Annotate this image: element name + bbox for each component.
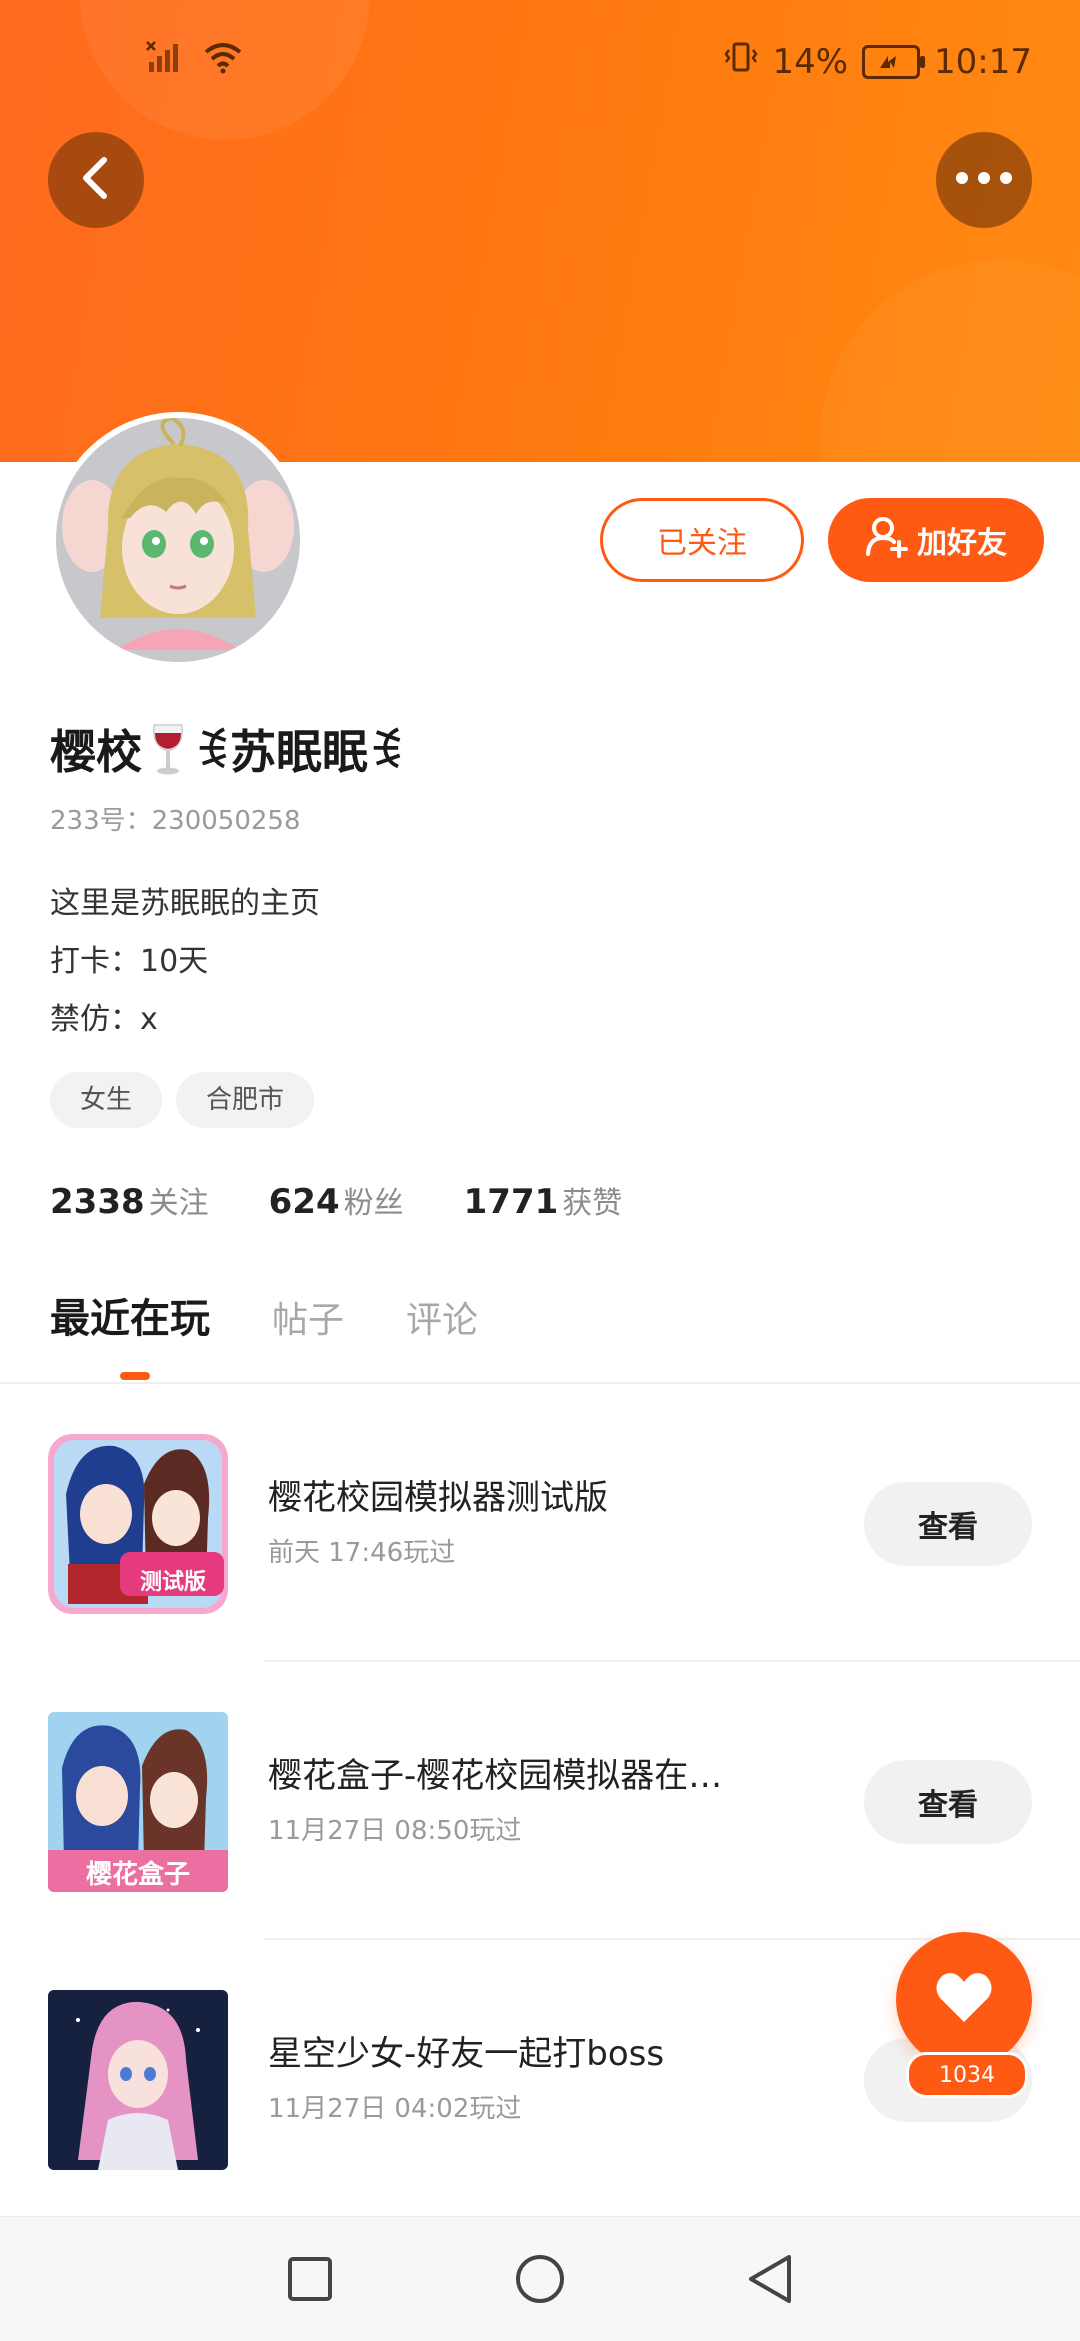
avatar[interactable] (50, 412, 306, 668)
like-button[interactable] (896, 1932, 1032, 2068)
game-title: 樱花盒子-樱花校园模拟器在… (268, 1756, 723, 1796)
tab-comments[interactable]: 评论 (406, 1291, 478, 1343)
profile-header-banner: 14% 10:17 (0, 0, 1080, 462)
game-title: 星空少女-好友一起打boss (268, 2034, 665, 2074)
game-badge: 樱花盒子 (85, 1860, 190, 1890)
game-played-time: 11月27日 08:50玩过 (268, 1816, 522, 1846)
banner-decoration (820, 260, 1080, 462)
bio-line: 打卡：10天 (50, 944, 209, 979)
status-left (145, 40, 243, 78)
tab-recent-played[interactable]: 最近在玩 (50, 1286, 210, 1344)
list-item[interactable]: 测试版 樱花校园模拟器测试版 前天 17:46玩过 查看 (0, 1384, 1080, 1662)
clock: 10:17 (934, 41, 1032, 82)
stat-followers[interactable]: 624 粉丝 (269, 1178, 404, 1222)
bio-line: 禁仿：x (50, 1002, 158, 1037)
stat-label: 获赞 (562, 1186, 623, 1221)
game-icon (48, 1990, 228, 2170)
stat-likes[interactable]: 1771 获赞 (464, 1178, 623, 1222)
list-item[interactable]: 樱花盒子 樱花盒子-樱花校园模拟器在… 11月27日 08:50玩过 查看 (0, 1662, 1080, 1940)
profile-stats: 2338 关注 624 粉丝 1771 获赞 (50, 1178, 622, 1222)
nickname-suffix: ꉂ苏眠眠ꉂ (194, 725, 404, 779)
stat-label: 粉丝 (343, 1186, 404, 1221)
stat-number: 624 (268, 1182, 340, 1222)
battery-percent: 14% (772, 41, 849, 82)
profile-tabs: 最近在玩 帖子 评论 (50, 1286, 478, 1344)
tag-gender: 女生 (50, 1072, 163, 1128)
battery-charging-icon (862, 44, 926, 79)
back-button[interactable] (48, 132, 144, 228)
stat-number: 2338 (50, 1182, 145, 1222)
game-badge: 测试版 (139, 1570, 206, 1595)
game-played-time: 11月27日 04:02玩过 (268, 2094, 522, 2124)
view-button[interactable]: 查看 (864, 1760, 1032, 1844)
recent-apps-icon[interactable] (282, 2251, 338, 2307)
system-nav-bar (0, 2216, 1080, 2341)
stat-number: 1771 (463, 1182, 559, 1222)
more-dots-icon (954, 170, 1014, 190)
view-button[interactable]: 查看 (864, 1482, 1032, 1566)
tab-active-indicator (120, 1372, 150, 1380)
back-triangle-icon[interactable] (742, 2251, 798, 2307)
avatar-image (56, 418, 300, 662)
bio-line: 这里是苏眠眠的主页 (50, 886, 320, 921)
stat-following[interactable]: 2338 关注 (50, 1178, 209, 1222)
tag-location: 合肥市 (176, 1072, 315, 1128)
nickname: 樱校 ꉂ苏眠眠ꉂ (50, 716, 404, 782)
wifi-icon (203, 40, 243, 78)
user-id: 233号：230050258 (50, 806, 301, 836)
profile-tags: 女生 合肥市 (50, 1072, 315, 1128)
nickname-prefix: 樱校 (50, 725, 142, 779)
home-icon[interactable] (512, 2251, 568, 2307)
game-title: 樱花校园模拟器测试版 (268, 1478, 608, 1518)
more-button[interactable] (936, 132, 1032, 228)
stat-label: 关注 (148, 1186, 209, 1221)
wine-glass-icon (148, 721, 188, 777)
status-bar: 14% 10:17 (0, 0, 1080, 130)
game-played-time: 前天 17:46玩过 (268, 1538, 456, 1568)
tab-posts[interactable]: 帖子 (272, 1291, 344, 1343)
status-right: 14% 10:17 (724, 40, 1032, 83)
no-sim-icon (145, 40, 183, 78)
add-friend-label: 加好友 (917, 526, 1007, 561)
vibrate-icon (724, 40, 758, 83)
followed-button[interactable]: 已关注 (600, 498, 804, 582)
chevron-left-icon (76, 154, 116, 206)
add-friend-button[interactable]: 加好友 (828, 498, 1044, 582)
add-user-icon (865, 514, 909, 566)
like-count: 1034 (906, 2052, 1028, 2098)
game-icon: 樱花盒子 (48, 1712, 228, 1892)
game-icon: 测试版 (48, 1434, 228, 1614)
heart-icon (934, 1970, 994, 2030)
